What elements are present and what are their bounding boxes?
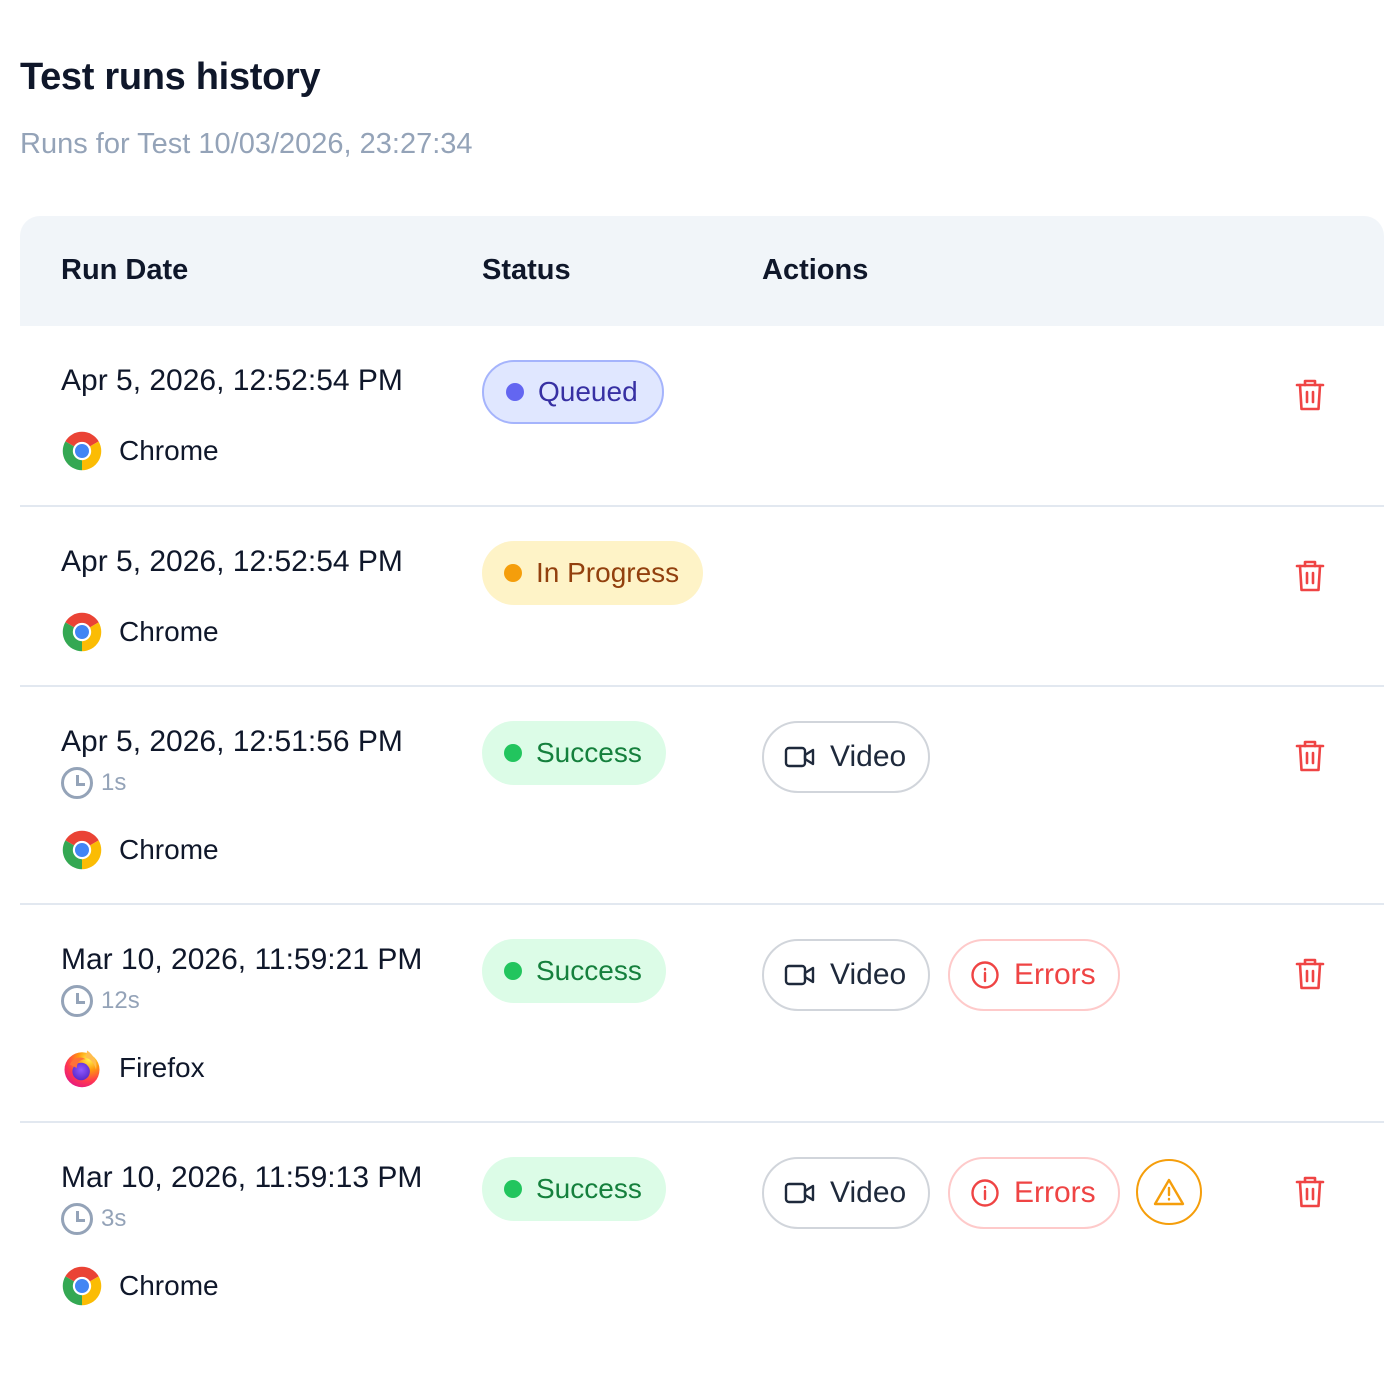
chrome-icon (62, 830, 102, 870)
status-badge: Success (482, 1157, 666, 1221)
status-dot (504, 1180, 522, 1198)
page-subtitle: Runs for Test 10/03/2026, 23:27:34 (20, 128, 473, 160)
errors-button-label: Errors (1014, 1176, 1096, 1209)
run-duration: 1s (61, 767, 126, 799)
duration-value: 3s (101, 1205, 127, 1232)
table-row: Apr 5, 2026, 12:51:56 PM 1s Chrome Succe… (20, 687, 1384, 905)
status-badge: In Progress (482, 541, 704, 605)
duration-value: 1s (101, 769, 127, 796)
status-badge: Success (482, 939, 666, 1003)
trash-icon (1295, 1176, 1325, 1208)
trash-icon (1295, 958, 1325, 990)
info-circle-icon (971, 961, 999, 989)
delete-button[interactable] (1294, 558, 1326, 594)
status-label: Success (536, 1173, 642, 1204)
column-header-run-date: Run Date (61, 254, 189, 286)
trash-icon (1295, 379, 1325, 411)
info-circle-icon (971, 1179, 999, 1207)
duration-value: 12s (101, 987, 140, 1014)
status-dot (504, 962, 522, 980)
run-date: Apr 5, 2026, 12:52:54 PM (61, 545, 403, 578)
chrome-icon (62, 1266, 102, 1306)
video-camera-icon (784, 746, 815, 768)
run-date: Apr 5, 2026, 12:51:56 PM (61, 725, 403, 758)
browser-name: Chrome (119, 834, 219, 865)
column-header-status: Status (482, 254, 571, 286)
video-button[interactable]: Video (762, 721, 931, 793)
browser-name: Chrome (119, 1270, 219, 1301)
status-label: Success (536, 737, 642, 768)
browser-name: Firefox (119, 1052, 205, 1083)
video-camera-icon (784, 964, 815, 986)
trash-icon (1295, 560, 1325, 592)
status-label: Success (536, 955, 642, 986)
warning-triangle-icon (1153, 1178, 1185, 1206)
delete-button[interactable] (1294, 956, 1326, 992)
run-date: Mar 10, 2026, 11:59:13 PM (61, 1161, 423, 1194)
runs-table: Run Date Status Actions Apr 5, 2026, 12:… (20, 216, 1384, 1341)
run-date: Mar 10, 2026, 11:59:21 PM (61, 943, 423, 976)
table-row: Mar 10, 2026, 11:59:21 PM 12s Firefox Su… (20, 905, 1384, 1123)
browser-name: Chrome (119, 435, 219, 466)
video-button-label: Video (830, 1176, 907, 1209)
status-dot (504, 744, 522, 762)
chrome-icon (62, 431, 102, 471)
status-label: Queued (538, 376, 638, 407)
clock-icon (61, 767, 93, 799)
errors-button[interactable]: Errors (948, 939, 1120, 1011)
page-title: Test runs history (20, 56, 321, 98)
firefox-icon (64, 1050, 100, 1088)
table-header: Run Date Status Actions (20, 216, 1384, 326)
video-button[interactable]: Video (762, 939, 931, 1011)
chrome-icon (62, 612, 102, 652)
errors-button[interactable]: Errors (948, 1157, 1120, 1229)
video-button[interactable]: Video (762, 1157, 931, 1229)
browser-label: Chrome (61, 829, 219, 871)
table-row: Apr 5, 2026, 12:52:54 PM Chrome In Progr… (20, 507, 1384, 687)
table-row: Mar 10, 2026, 11:59:13 PM 3s Chrome Succ… (20, 1123, 1384, 1341)
status-dot (504, 564, 522, 582)
video-camera-icon (784, 1182, 815, 1204)
table-row: Apr 5, 2026, 12:52:54 PM Chrome Queued (20, 326, 1384, 507)
clock-icon (61, 1203, 93, 1235)
video-button-label: Video (830, 740, 907, 773)
video-button-label: Video (830, 958, 907, 991)
warning-button[interactable] (1136, 1159, 1202, 1225)
run-duration: 12s (61, 985, 140, 1017)
browser-label: Chrome (61, 430, 219, 472)
status-badge: Success (482, 721, 666, 785)
delete-button[interactable] (1294, 1174, 1326, 1210)
test-runs-page: Test runs history Runs for Test 10/03/20… (0, 0, 1400, 1400)
browser-label: Chrome (61, 611, 219, 653)
status-label: In Progress (536, 557, 680, 588)
trash-icon (1295, 740, 1325, 772)
delete-button[interactable] (1294, 738, 1326, 774)
status-badge: Queued (482, 360, 664, 424)
browser-label: Firefox (61, 1047, 205, 1089)
status-dot (506, 383, 524, 401)
delete-button[interactable] (1294, 377, 1326, 413)
column-header-actions: Actions (762, 254, 869, 286)
run-duration: 3s (61, 1203, 126, 1235)
clock-icon (61, 985, 93, 1017)
browser-label: Chrome (61, 1265, 219, 1307)
errors-button-label: Errors (1014, 958, 1096, 991)
browser-name: Chrome (119, 616, 219, 647)
run-date: Apr 5, 2026, 12:52:54 PM (61, 364, 403, 397)
